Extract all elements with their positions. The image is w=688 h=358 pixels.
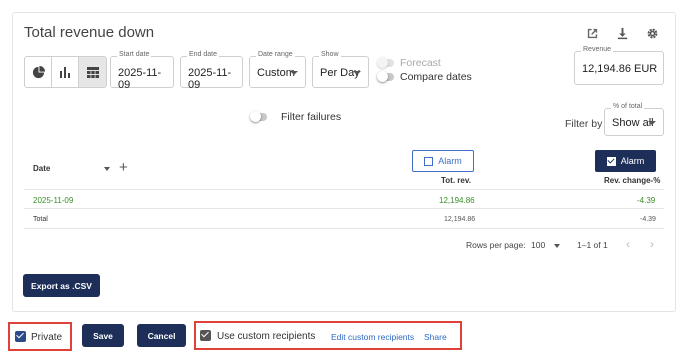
filter-by-label: Filter by xyxy=(565,118,603,130)
custom-recipients-label: Use custom recipients xyxy=(217,331,316,342)
filter-by-select[interactable]: % of total Show all xyxy=(604,103,664,136)
checkbox-icon xyxy=(424,156,434,166)
filter-failures-toggle[interactable]: Filter failures xyxy=(250,111,342,123)
chevron-down-icon xyxy=(290,71,298,75)
table-row-rev-change: -4.39 xyxy=(637,196,656,205)
edit-custom-recipients-link[interactable]: Edit custom recipients xyxy=(331,332,414,342)
rows-per-page-value: 100 xyxy=(531,240,546,250)
forecast-label: Forecast xyxy=(400,57,441,69)
chevron-down-icon xyxy=(553,243,560,248)
export-csv-button[interactable]: Export as .CSV xyxy=(23,274,100,297)
add-column-icon[interactable]: + xyxy=(119,160,128,175)
filter-by-field-label: % of total xyxy=(611,103,645,110)
date-range-label: Date range xyxy=(256,51,295,58)
compare-dates-toggle[interactable]: Compare dates xyxy=(377,71,472,83)
checkbox-checked-icon xyxy=(606,156,616,166)
column-header-rev-change: Rev. change-% xyxy=(604,176,661,185)
table-view-button[interactable] xyxy=(79,57,106,87)
settings-gear-icon[interactable] xyxy=(644,25,660,41)
sort-dropdown-icon[interactable] xyxy=(104,167,110,171)
open-external-icon[interactable] xyxy=(584,25,600,41)
end-date-label: End date xyxy=(187,51,220,58)
save-button[interactable]: Save xyxy=(82,324,124,347)
end-date-field[interactable]: End date 2025-11-09 xyxy=(180,51,243,91)
custom-recipients-checkbox[interactable] xyxy=(200,330,211,341)
pagination-range: 1–1 of 1 xyxy=(577,240,608,250)
rows-per-page-label: Rows per page: xyxy=(466,240,526,250)
end-date-value: 2025-11-09 xyxy=(188,67,232,91)
table-total-tot-rev: 12,194.86 xyxy=(444,216,476,223)
next-page-icon[interactable]: › xyxy=(650,237,654,251)
filter-failures-switch[interactable] xyxy=(250,111,267,122)
view-mode-toggle xyxy=(24,56,107,88)
table-row-date[interactable]: 2025-11-09 xyxy=(33,196,73,205)
table-total-label: Total xyxy=(33,216,48,223)
rows-per-page-select[interactable]: 100 xyxy=(531,240,560,250)
compare-dates-switch[interactable] xyxy=(377,71,394,82)
show-interval-label: Show xyxy=(319,51,341,58)
widget-toolbar xyxy=(584,25,660,41)
table-total-rev-change: -4.39 xyxy=(640,216,656,223)
column-header-tot-rev: Tot. rev. xyxy=(441,176,471,185)
date-range-select[interactable]: Date range Custom xyxy=(249,51,306,88)
previous-page-icon[interactable]: ‹ xyxy=(626,237,630,251)
bar-chart-icon xyxy=(60,67,70,78)
compare-dates-label: Compare dates xyxy=(400,71,472,83)
table-header-divider xyxy=(24,189,664,190)
table-row-tot-rev: 12,194.86 xyxy=(439,196,475,205)
start-date-label: Start date xyxy=(117,51,152,58)
revenue-value: 12,194.86 EUR xyxy=(582,63,658,75)
alarm-label: Alarm xyxy=(438,156,462,166)
show-interval-select[interactable]: Show Per Day xyxy=(312,51,369,88)
cancel-button[interactable]: Cancel xyxy=(137,324,186,347)
table-row-divider xyxy=(24,208,664,209)
rev-change-alarm-button[interactable]: Alarm xyxy=(595,150,656,172)
chevron-down-icon xyxy=(648,121,656,125)
alarm-label: Alarm xyxy=(620,156,645,166)
private-label: Private xyxy=(31,332,63,343)
widget-title: Total revenue down xyxy=(24,24,155,41)
private-checkbox[interactable] xyxy=(15,331,26,342)
start-date-value: 2025-11-09 xyxy=(118,67,162,91)
pie-chart-view-button[interactable] xyxy=(25,57,52,87)
tot-rev-alarm-button[interactable]: Alarm xyxy=(412,150,474,172)
share-link[interactable]: Share xyxy=(424,332,447,342)
table-total-divider xyxy=(24,228,664,229)
table-icon xyxy=(86,66,99,78)
revenue-label: Revenue xyxy=(581,46,614,53)
pie-chart-icon xyxy=(32,65,45,78)
revenue-field: Revenue 12,194.86 EUR xyxy=(574,46,664,85)
filter-failures-label: Filter failures xyxy=(281,111,342,123)
download-icon[interactable] xyxy=(614,25,630,41)
bar-chart-view-button[interactable] xyxy=(52,57,79,87)
forecast-switch[interactable] xyxy=(377,57,394,68)
forecast-toggle[interactable]: Forecast xyxy=(377,57,441,69)
chevron-down-icon xyxy=(353,71,361,75)
column-header-date[interactable]: Date xyxy=(33,164,50,173)
start-date-field[interactable]: Start date 2025-11-09 xyxy=(110,51,174,91)
